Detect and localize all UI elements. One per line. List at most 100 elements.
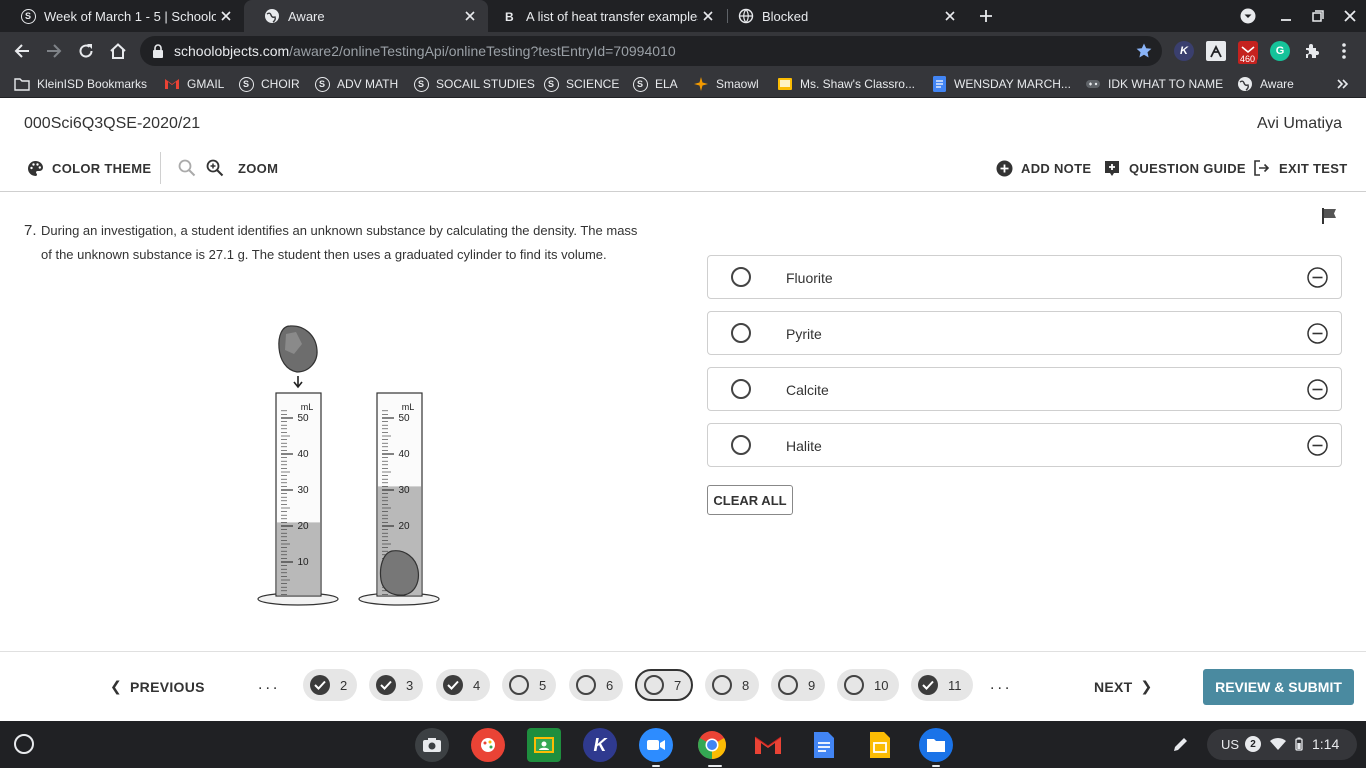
close-icon[interactable] — [460, 6, 480, 26]
review-submit-button[interactable]: REVIEW & SUBMIT — [1203, 669, 1354, 705]
tab-search-icon[interactable] — [1238, 6, 1258, 26]
choice-label: Halite — [786, 438, 822, 454]
pager-ellipsis-right[interactable]: ... — [990, 676, 1012, 694]
restore-icon[interactable] — [1308, 6, 1328, 26]
bookmark-smaowl[interactable]: Smaowl — [693, 75, 759, 93]
forward-icon[interactable] — [42, 39, 66, 63]
radio-button[interactable] — [731, 435, 751, 455]
flag-icon[interactable] — [1321, 207, 1339, 225]
bookmark-ms-shaw[interactable]: Ms. Shaw's Classro... — [777, 75, 915, 93]
radio-button[interactable] — [731, 379, 751, 399]
eliminate-icon[interactable] — [1307, 435, 1328, 456]
radio-button[interactable] — [731, 267, 751, 287]
bookmark-choir[interactable]: S CHOIR — [238, 75, 300, 93]
radio-button[interactable] — [731, 323, 751, 343]
question-pill-number: 8 — [742, 677, 750, 693]
question-pill-number: 3 — [406, 677, 414, 693]
home-icon[interactable] — [106, 39, 130, 63]
bookmark-social-studies[interactable]: S SOCAIL STUDIES — [413, 75, 535, 93]
question-pill-2[interactable]: 2 — [303, 669, 357, 701]
more-menu-icon[interactable] — [1334, 41, 1354, 61]
question-pill-10[interactable]: 10 — [837, 669, 899, 701]
empty-circle-icon — [712, 675, 732, 695]
bookmark-label: ELA — [655, 77, 678, 91]
question-pill-6[interactable]: 6 — [569, 669, 623, 701]
eliminate-icon[interactable] — [1307, 379, 1328, 400]
question-pill-4[interactable]: 4 — [436, 669, 490, 701]
add-note-button[interactable]: ADD NOTE — [995, 158, 1091, 178]
k-app-icon[interactable]: K — [583, 728, 617, 762]
zoom-icon[interactable] — [639, 728, 673, 762]
clear-all-button[interactable]: CLEAR ALL — [707, 485, 793, 515]
new-tab-icon[interactable] — [976, 6, 996, 26]
k-extension-icon[interactable]: K — [1174, 41, 1194, 61]
question-pill-7[interactable]: 7 — [635, 669, 693, 701]
bookmark-label: KleinISD Bookmarks — [37, 77, 148, 91]
next-button[interactable]: NEXT ❯ — [1094, 678, 1161, 695]
question-pill-number: 6 — [606, 677, 614, 693]
empty-circle-icon — [576, 675, 596, 695]
tab-heat-transfer[interactable]: B A list of heat transfer examples | — [482, 0, 726, 32]
bookmark-science[interactable]: S SCIENCE — [543, 75, 619, 93]
choice-halite[interactable]: Halite — [707, 423, 1342, 467]
pager-ellipsis-left[interactable]: ... — [258, 676, 280, 694]
color-theme-button[interactable]: COLOR THEME — [26, 158, 151, 178]
question-pill-11[interactable]: 11 — [911, 669, 973, 701]
close-icon[interactable] — [698, 6, 718, 26]
bookmark-wensday[interactable]: WENSDAY MARCH... — [931, 75, 1071, 93]
bookmark-label: Smaowl — [716, 77, 759, 91]
gmail-icon[interactable] — [751, 728, 785, 762]
choice-fluorite[interactable]: Fluorite — [707, 255, 1342, 299]
question-pill-number: 7 — [674, 677, 682, 693]
bookmark-adv-math[interactable]: S ADV MATH — [314, 75, 398, 93]
launcher-icon[interactable] — [14, 734, 34, 754]
docs-icon[interactable] — [807, 728, 841, 762]
choice-calcite[interactable]: Calcite — [707, 367, 1342, 411]
stylus-icon[interactable] — [1172, 729, 1190, 759]
bookmark-ela[interactable]: S ELA — [632, 75, 678, 93]
back-icon[interactable] — [10, 39, 34, 63]
close-window-icon[interactable] — [1340, 6, 1360, 26]
tab-aware[interactable]: Aware — [244, 0, 488, 32]
previous-button[interactable]: ❮ PREVIOUS — [102, 678, 205, 695]
bookmark-kleinisd[interactable]: KleinISD Bookmarks — [14, 75, 147, 93]
question-pill-9[interactable]: 9 — [771, 669, 825, 701]
classroom-icon[interactable] — [527, 728, 561, 762]
tab-schoology[interactable]: S Week of March 1 - 5 | Schoology — [0, 0, 244, 32]
tab-blocked[interactable]: Blocked — [718, 0, 968, 32]
bookmark-gmail[interactable]: GMAIL — [164, 75, 224, 93]
schoology-icon: S — [413, 76, 429, 92]
eliminate-icon[interactable] — [1307, 267, 1328, 288]
exit-test-button[interactable]: EXIT TEST — [1253, 158, 1347, 178]
slides-icon[interactable] — [863, 728, 897, 762]
question-text: During an investigation, a student ident… — [41, 223, 638, 262]
close-icon[interactable] — [940, 6, 960, 26]
reload-icon[interactable] — [74, 39, 98, 63]
classroom-icon — [777, 76, 793, 92]
extensions-puzzle-icon[interactable] — [1302, 41, 1322, 61]
schoology-icon: S — [314, 76, 330, 92]
bookmarks-overflow-icon[interactable] — [1337, 75, 1349, 93]
canvas-icon[interactable] — [471, 728, 505, 762]
question-pill-5[interactable]: 5 — [502, 669, 556, 701]
bookmark-idk[interactable]: IDK WHAT TO NAME — [1085, 75, 1223, 93]
bookmark-label: Aware — [1260, 77, 1294, 91]
files-icon[interactable] — [919, 728, 953, 762]
bookmark-star-icon[interactable] — [1134, 41, 1154, 61]
zoom-out-button[interactable] — [178, 158, 204, 178]
question-pill-3[interactable]: 3 — [369, 669, 423, 701]
schoology-icon: S — [543, 76, 559, 92]
camera-icon[interactable] — [415, 728, 449, 762]
close-icon[interactable] — [216, 6, 236, 26]
address-bar[interactable]: schoolobjects.com/aware2/onlineTestingAp… — [140, 36, 1162, 66]
eliminate-icon[interactable] — [1307, 323, 1328, 344]
question-guide-button[interactable]: QUESTION GUIDE — [1103, 158, 1246, 178]
lambda-extension-icon[interactable] — [1206, 41, 1226, 61]
bookmark-aware[interactable]: Aware — [1237, 75, 1294, 93]
choice-pyrite[interactable]: Pyrite — [707, 311, 1342, 355]
minimize-icon[interactable] — [1276, 6, 1296, 26]
zoom-in-button[interactable]: ZOOM — [206, 158, 278, 178]
grammarly-icon[interactable]: G — [1270, 41, 1290, 61]
chrome-icon[interactable] — [695, 728, 729, 762]
question-pill-8[interactable]: 8 — [705, 669, 759, 701]
